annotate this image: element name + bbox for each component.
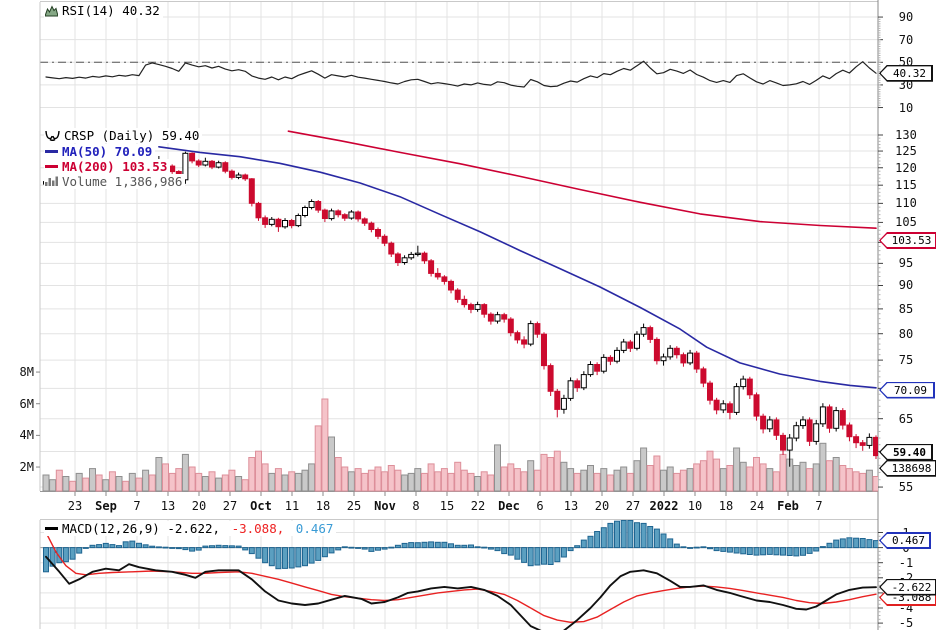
rsi-legend: RSI(14) 40.32 (44, 3, 163, 18)
ma200-value-tag: 103.53 (879, 232, 936, 249)
macd-legend-signal: -3.088, (232, 521, 292, 536)
bull-logo-icon (45, 130, 60, 141)
last-price-tag: 59.40 (879, 444, 933, 461)
indicator-mountain-icon (45, 5, 58, 17)
volume-legend-label: Volume 1,386,986 (62, 174, 182, 189)
ma200-line-icon (45, 165, 58, 168)
macd-line-icon (45, 527, 58, 530)
macd-legend: MACD(12,26,9) -2.622, -3.088, 0.467 (44, 521, 336, 536)
ma50-value-tag: 70.09 (879, 382, 935, 399)
macd-hist-tag: 0.467 (879, 532, 931, 549)
volume-value-tag: 138698 (879, 460, 936, 477)
stock-chart-page: 9070503010130125120115110105100959085807… (0, 0, 936, 630)
volume-bars-icon (45, 176, 58, 186)
ma200-legend: MA(200) 103.53 (44, 159, 170, 174)
ma50-legend: MA(50) 70.09 (44, 144, 155, 159)
symbol-legend-label: CRSP (Daily) 59.40 (64, 128, 199, 143)
rsi-value-tag: 40.32 (879, 65, 933, 82)
macd-legend-hist: 0.467 (296, 521, 334, 536)
ma200-legend-label: MA(200) 103.53 (62, 159, 167, 174)
rsi-legend-label: RSI(14) 40.32 (62, 3, 160, 18)
macd-legend-main: MACD(12,26,9) -2.622, (62, 521, 228, 536)
ma50-line-icon (45, 150, 58, 153)
volume-legend: Volume 1,386,986 (44, 174, 185, 189)
symbol-legend: CRSP (Daily) 59.40 (44, 128, 202, 143)
macd-value-tag: -2.622 (879, 579, 936, 596)
ma50-legend-label: MA(50) 70.09 (62, 144, 152, 159)
